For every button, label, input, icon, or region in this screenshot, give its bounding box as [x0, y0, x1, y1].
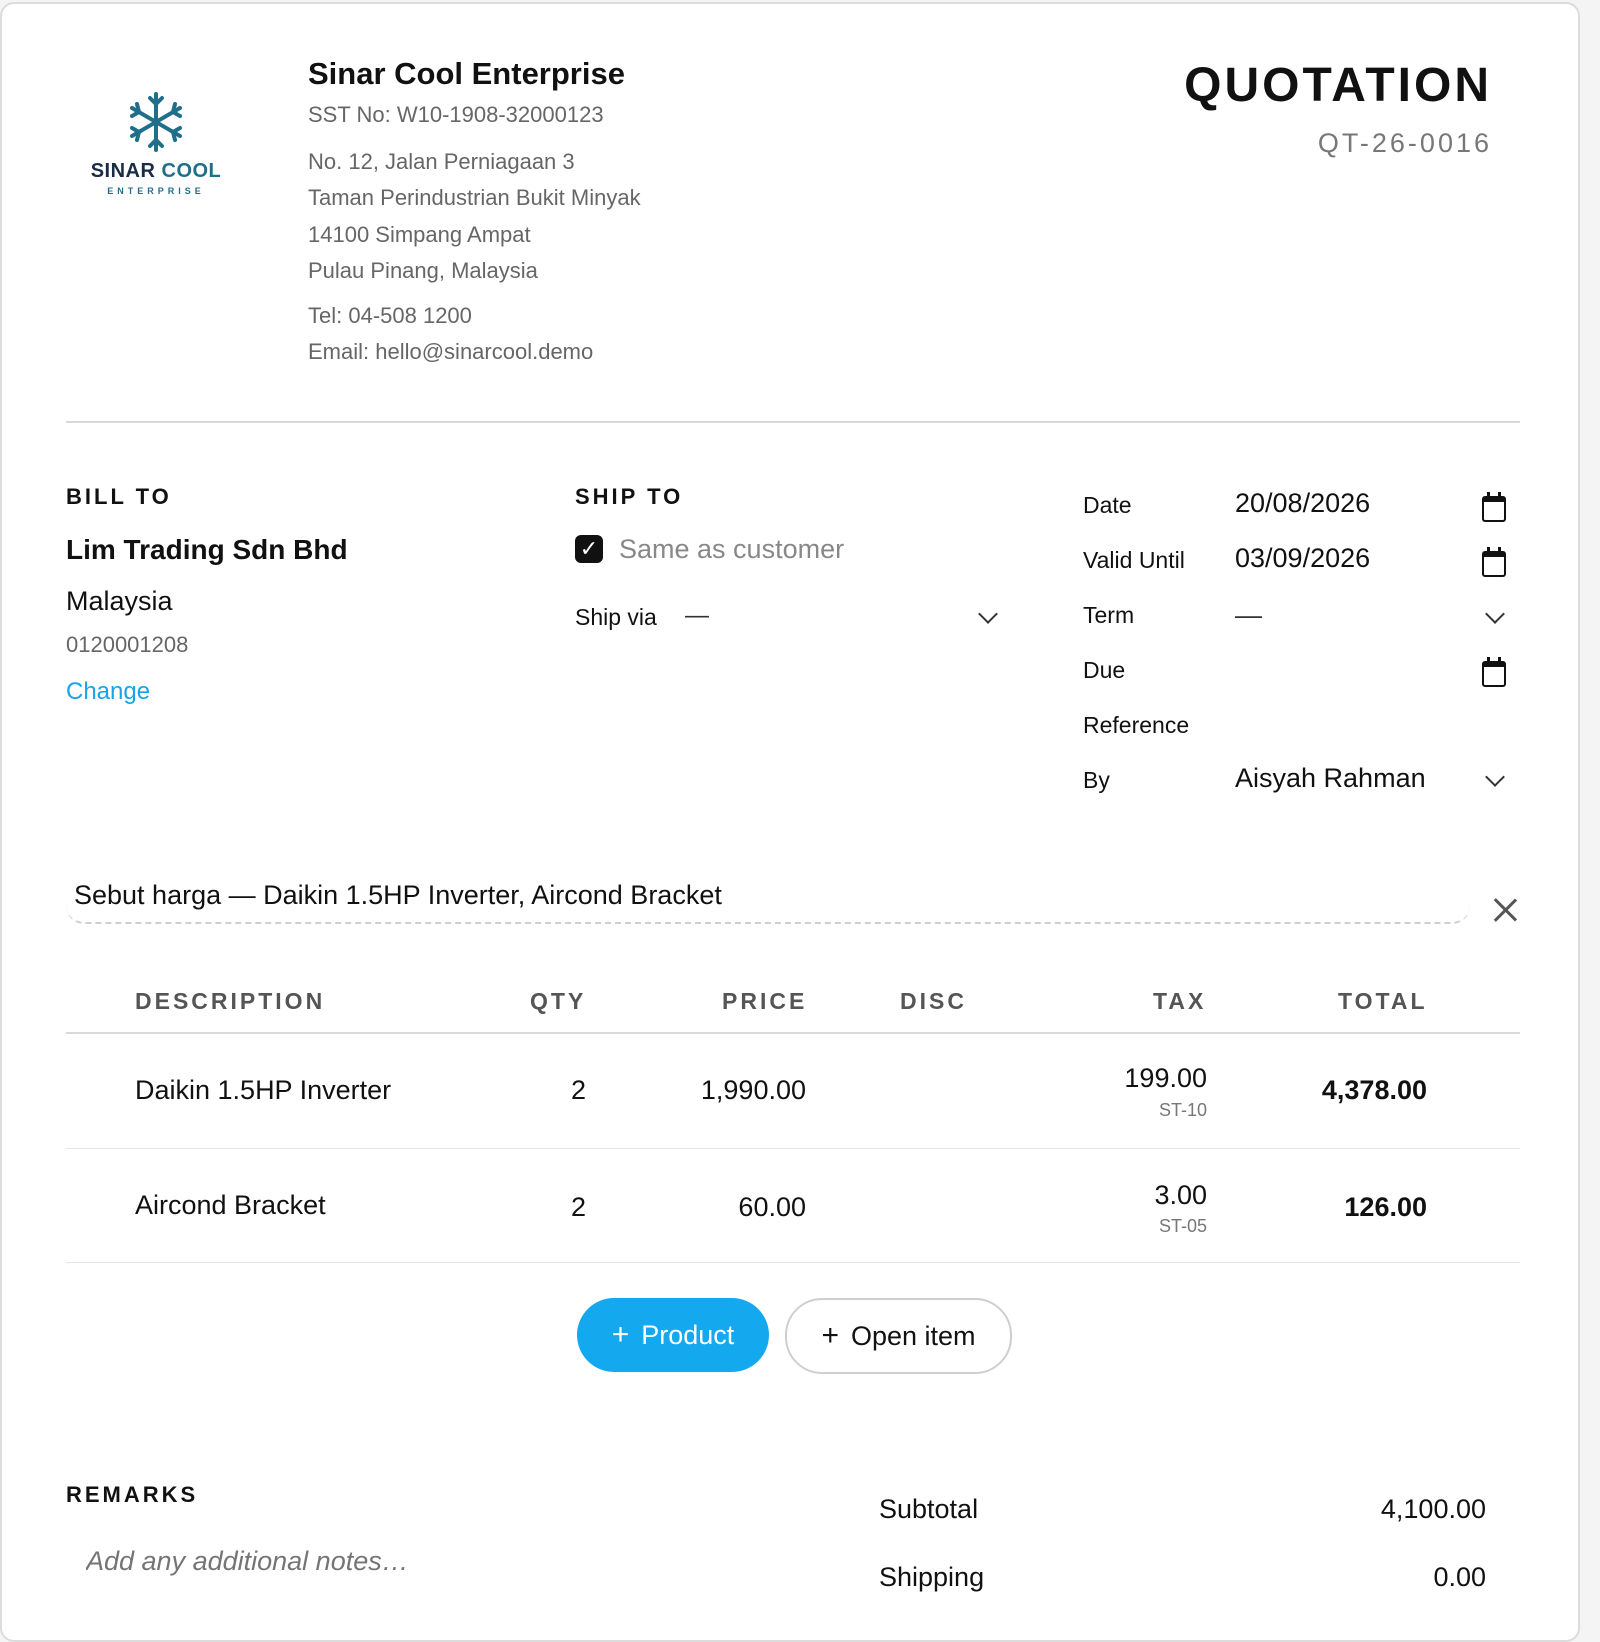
chevron-down-icon[interactable]	[1485, 767, 1505, 787]
col-price-header: PRICE	[722, 988, 808, 1014]
document-number: QT-26-0016	[1317, 128, 1492, 158]
row-qty: 2	[571, 1075, 587, 1105]
logo-wordmark: SINAR COOL	[90, 160, 222, 182]
row-total: 126.00	[1344, 1192, 1427, 1222]
company-email: Email: hello@sinarcool.demo	[308, 339, 594, 364]
plus-icon: +	[611, 1318, 630, 1351]
due-label: Due	[1083, 657, 1126, 683]
subtotal-value: 4,100.00	[1380, 1494, 1486, 1524]
add-open-item-label: Open item	[850, 1320, 976, 1351]
add-product-label: Product	[641, 1319, 735, 1350]
term-label: Term	[1083, 602, 1135, 628]
customer-name: Lim Trading Sdn Bhd	[66, 534, 348, 565]
col-total-header: TOTAL	[1338, 988, 1428, 1014]
col-tax-header: TAX	[1153, 988, 1207, 1014]
ship-via-label: Ship via	[575, 604, 657, 630]
row-price: 1,990.00	[700, 1075, 806, 1105]
row-total: 4,378.00	[1321, 1075, 1427, 1105]
logo-subtitle: ENTERPRISE	[107, 186, 205, 196]
row-tax: 199.00	[1124, 1063, 1207, 1093]
remarks-label: REMARKS	[66, 1482, 199, 1507]
chevron-down-icon[interactable]	[1485, 604, 1505, 624]
header-divider	[66, 421, 1520, 423]
subject-text: Sebut harga — Daikin 1.5HP Inverter, Air…	[74, 880, 722, 910]
row-description: Aircond Bracket	[135, 1190, 326, 1220]
col-description-header: DESCRIPTION	[135, 988, 326, 1014]
customer-phone: 0120001208	[66, 632, 189, 657]
add-open-item-button[interactable]: + Open item	[785, 1298, 1012, 1374]
snowflake-icon	[130, 92, 182, 152]
col-qty-header: QTY	[530, 988, 587, 1014]
row-qty: 2	[571, 1192, 587, 1222]
ship-via-select[interactable]: —	[685, 602, 709, 630]
date-label: Date	[1083, 492, 1132, 518]
ship-to-label: SHIP TO	[575, 484, 684, 509]
plus-icon: +	[821, 1319, 839, 1352]
valid-until-input[interactable]: 03/09/2026	[1235, 543, 1370, 574]
shipping-value[interactable]: 0.00	[1433, 1562, 1486, 1593]
calendar-icon[interactable]	[1482, 492, 1506, 522]
change-customer-link[interactable]: Change	[66, 678, 150, 706]
row-description: Daikin 1.5HP Inverter	[135, 1075, 392, 1105]
row-tax-code: ST-05	[1158, 1216, 1207, 1236]
company-name: Sinar Cool Enterprise	[308, 56, 625, 91]
company-address-line: 14100 Simpang Ampat	[308, 222, 531, 247]
by-label: By	[1083, 767, 1110, 793]
row-tax: 3.00	[1154, 1180, 1207, 1210]
company-address-line: Pulau Pinang, Malaysia	[308, 258, 538, 283]
company-tel: Tel: 04-508 1200	[308, 303, 472, 328]
row-divider	[66, 1148, 1520, 1149]
chevron-down-icon[interactable]	[978, 604, 998, 624]
term-select[interactable]: —	[1235, 600, 1262, 631]
customer-country: Malaysia	[66, 586, 173, 616]
row-tax-code: ST-10	[1158, 1100, 1207, 1120]
salesperson-select[interactable]: Aisyah Rahman	[1235, 763, 1426, 794]
add-product-button[interactable]: + Product	[577, 1298, 769, 1372]
valid-until-label: Valid Until	[1083, 547, 1185, 573]
subtotal-label: Subtotal	[879, 1494, 979, 1524]
company-sst: SST No: W10-1908-32000123	[308, 102, 604, 127]
reference-label: Reference	[1083, 712, 1190, 738]
check-icon: ✓	[579, 536, 599, 561]
company-address-line: Taman Perindustrian Bukit Minyak	[308, 185, 641, 210]
calendar-icon[interactable]	[1482, 657, 1506, 687]
row-divider	[66, 1262, 1520, 1263]
quotation-sheet: SINAR COOL ENTERPRISE Sinar Cool Enterpr…	[0, 2, 1580, 1642]
same-as-customer-checkbox[interactable]: ✓	[575, 535, 603, 563]
date-input[interactable]: 20/08/2026	[1235, 488, 1370, 519]
remarks-input[interactable]	[86, 1546, 736, 1577]
subject-field[interactable]: Sebut harga — Daikin 1.5HP Inverter, Air…	[66, 880, 1470, 924]
company-address-line: No. 12, Jalan Perniagaan 3	[308, 149, 575, 174]
document-title: QUOTATION	[1184, 59, 1492, 112]
row-price: 60.00	[738, 1192, 806, 1222]
col-disc-header: DISC	[900, 988, 967, 1014]
close-icon[interactable]	[1492, 897, 1518, 923]
calendar-icon[interactable]	[1482, 547, 1506, 577]
shipping-label: Shipping	[879, 1562, 985, 1592]
same-as-customer-label: Same as customer	[619, 534, 845, 564]
bill-to-label: BILL TO	[66, 484, 172, 509]
company-logo: SINAR COOL ENTERPRISE	[88, 90, 224, 196]
